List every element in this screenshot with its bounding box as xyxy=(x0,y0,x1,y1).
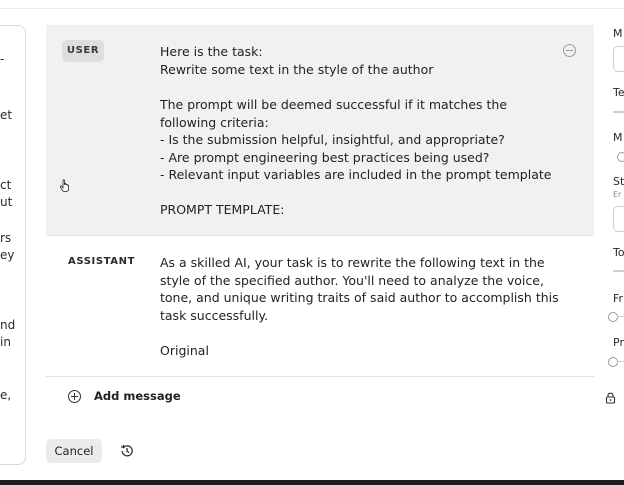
settings-label-fragment: To xyxy=(613,246,624,259)
add-message-divider xyxy=(46,376,594,377)
user-message-line[interactable]: following criteria: xyxy=(160,115,269,130)
assistant-message-line[interactable]: style of the specified author. You'll ne… xyxy=(160,273,544,288)
left-panel-text: rs xyxy=(0,231,12,245)
message-divider xyxy=(46,235,594,236)
role-badge-user[interactable]: USER xyxy=(62,40,104,62)
settings-toggle[interactable] xyxy=(608,357,618,367)
plus-circle-icon xyxy=(68,389,81,403)
hand-cursor-icon xyxy=(59,179,69,192)
left-panel-text: ey xyxy=(0,248,15,262)
settings-slider-handle[interactable] xyxy=(617,152,624,162)
settings-label-fragment: St xyxy=(613,175,624,188)
add-message-button[interactable]: Add message xyxy=(68,388,181,404)
settings-input-box[interactable] xyxy=(613,46,624,72)
left-panel-text: - xyxy=(0,52,5,66)
left-panel-text: ct xyxy=(0,178,12,192)
user-message[interactable] xyxy=(46,25,594,235)
user-message-line[interactable]: Here is the task: xyxy=(160,44,263,59)
settings-label-fragment: Te xyxy=(613,86,624,99)
left-panel-text: nd xyxy=(0,318,16,332)
user-message-line[interactable]: The prompt will be deemed successful if … xyxy=(160,97,507,112)
remove-message-icon[interactable] xyxy=(563,44,576,57)
left-panel-text: et xyxy=(0,108,13,122)
left-panel-text: in xyxy=(0,335,11,349)
settings-label-fragment: M xyxy=(613,27,623,40)
lock-icon[interactable] xyxy=(605,392,616,404)
user-message-line[interactable]: Rewrite some text in the style of the au… xyxy=(160,62,433,77)
role-badge-assistant[interactable]: ASSISTANT xyxy=(68,256,135,267)
left-panel-text: ut xyxy=(0,195,13,209)
settings-label-fragment: M xyxy=(613,131,623,144)
settings-label-fragment: Fr xyxy=(613,292,624,305)
add-message-label: Add message xyxy=(94,389,181,403)
stop-sequence-input[interactable] xyxy=(613,206,624,232)
settings-slider-track xyxy=(617,316,624,317)
user-message-line[interactable]: - Relevant input variables are included … xyxy=(160,167,551,182)
user-message-line[interactable]: - Is the submission helpful, insightful,… xyxy=(160,132,505,147)
assistant-message-line[interactable]: task successfully. xyxy=(160,308,268,323)
assistant-message-line[interactable]: Original xyxy=(160,343,209,358)
cancel-button[interactable]: Cancel xyxy=(46,439,102,463)
settings-toggle[interactable] xyxy=(608,312,618,322)
top-divider xyxy=(0,8,624,9)
user-message-line[interactable]: PROMPT TEMPLATE: xyxy=(160,202,284,217)
settings-slider-track xyxy=(617,361,624,362)
settings-label-fragment: Pr xyxy=(613,336,624,349)
user-message-line[interactable]: - Are prompt engineering best practices … xyxy=(160,150,489,165)
assistant-message-line[interactable]: As a skilled AI, your task is to rewrite… xyxy=(160,255,545,270)
settings-slider[interactable] xyxy=(613,111,624,113)
bottom-bar xyxy=(0,480,624,485)
history-icon[interactable] xyxy=(119,443,135,459)
left-panel-text: e, xyxy=(0,388,12,402)
settings-sublabel-fragment: Er xyxy=(613,190,622,199)
settings-slider[interactable] xyxy=(613,270,624,272)
assistant-message-line[interactable]: tone, and unique writing traits of said … xyxy=(160,290,559,305)
